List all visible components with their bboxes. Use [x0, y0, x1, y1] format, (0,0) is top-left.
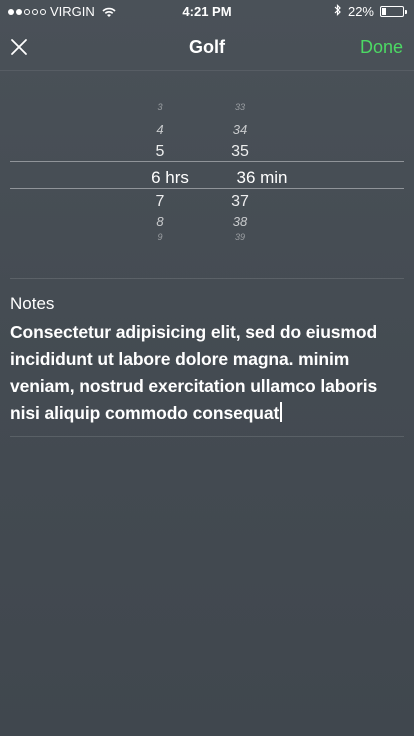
status-bar: VIRGIN 4:21 PM 22%: [0, 0, 414, 22]
notes-label: Notes: [10, 294, 55, 313]
status-right: 22%: [334, 4, 407, 19]
picker-minute-option[interactable]: 33: [235, 102, 245, 112]
done-button[interactable]: Done: [360, 37, 403, 58]
picker-hour-option[interactable]: 7: [156, 193, 165, 211]
picker-hour-option[interactable]: 3: [157, 102, 162, 112]
picker-minute-option[interactable]: 37: [231, 193, 249, 211]
close-icon[interactable]: [10, 38, 28, 56]
picker-hour-option[interactable]: 4: [156, 122, 163, 137]
picker-selected-minutes[interactable]: 36 min: [236, 168, 287, 188]
nav-divider: [0, 70, 414, 71]
battery-icon: [380, 6, 407, 17]
text-caret: [280, 402, 282, 422]
picker-divider: [10, 278, 404, 279]
nav-bar: Golf Done: [0, 24, 414, 70]
picker-minute-option[interactable]: 35: [231, 143, 249, 161]
picker-selected-hours[interactable]: 6 hrs: [151, 168, 189, 188]
battery-fill: [382, 8, 386, 15]
notes-divider: [10, 436, 404, 437]
bluetooth-icon: [334, 4, 342, 19]
battery-percent: 22%: [347, 4, 374, 19]
duration-picker[interactable]: 3 33 4 34 5 35 6 hrs 36 min 7 37 8 38 9 …: [0, 96, 414, 246]
notes-text-field[interactable]: Consectetur adipisicing elit, sed do eiu…: [10, 319, 406, 427]
picker-minute-option[interactable]: 39: [235, 232, 245, 242]
picker-hour-option[interactable]: 5: [156, 143, 165, 161]
picker-minute-option[interactable]: 38: [233, 214, 247, 229]
picker-minute-option[interactable]: 34: [233, 122, 247, 137]
picker-selection-bottom-line: [10, 188, 404, 189]
picker-selection-top-line: [10, 161, 404, 162]
notes-text: Consectetur adipisicing elit, sed do eiu…: [10, 322, 378, 423]
picker-hour-option[interactable]: 9: [157, 232, 162, 242]
picker-hour-option[interactable]: 8: [156, 214, 163, 229]
page-title: Golf: [189, 37, 225, 57]
